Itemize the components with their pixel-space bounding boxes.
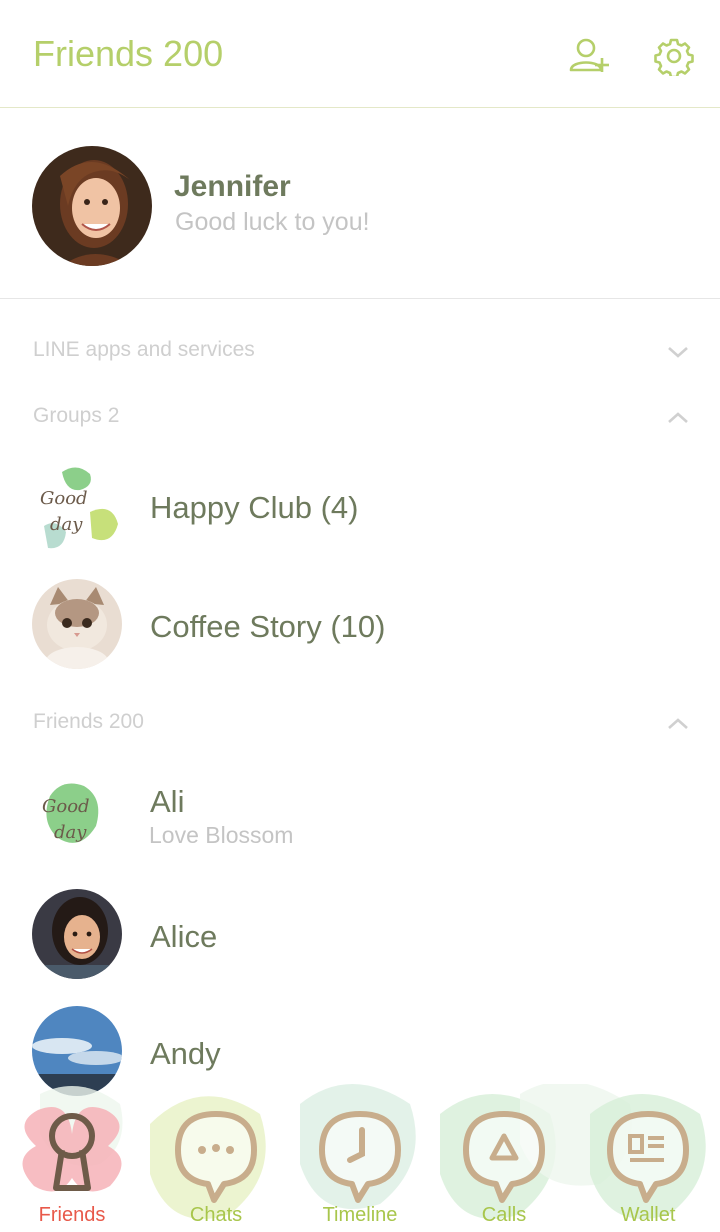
add-friend-button[interactable]	[568, 34, 612, 78]
settings-button[interactable]	[652, 34, 696, 78]
friend-name: Andy	[150, 1036, 221, 1071]
section-label: LINE apps and services	[33, 338, 255, 361]
group-name: Coffee Story (10)	[150, 609, 386, 644]
tab-label: Chats	[189, 1204, 243, 1226]
group-avatar: Good day	[32, 462, 122, 552]
list-item-friend[interactable]: Good day Ali Love Blossom	[0, 758, 720, 868]
friend-name: Alice	[150, 919, 218, 954]
list-item-friend[interactable]: Alice	[0, 879, 720, 989]
phone-triangle-icon	[463, 1111, 545, 1203]
tab-label: Friends	[38, 1204, 106, 1226]
friend-avatar	[32, 1006, 122, 1096]
svg-text:day: day	[50, 514, 83, 535]
svg-text:Good: Good	[42, 796, 90, 817]
section-friends[interactable]: Friends 200	[0, 704, 720, 744]
section-line-apps[interactable]: LINE apps and services	[0, 332, 720, 372]
section-label: Friends 200	[33, 710, 144, 733]
clock-icon	[319, 1111, 401, 1203]
chat-bubble-icon	[175, 1111, 257, 1203]
my-profile[interactable]: Jennifer Good luck to you!	[0, 108, 720, 299]
tab-wallet[interactable]: Wallet	[576, 1084, 720, 1232]
gear-icon	[654, 38, 694, 76]
section-label: Groups 2	[33, 404, 120, 427]
tab-timeline[interactable]: Timeline	[288, 1084, 432, 1232]
list-item-group[interactable]: Good day Happy Club (4)	[0, 452, 720, 562]
tab-friends[interactable]: Friends	[0, 1084, 144, 1232]
page-title: Friends 200	[33, 33, 224, 74]
svg-text:day: day	[54, 822, 87, 843]
chevron-up-icon	[668, 412, 688, 423]
tab-label: Wallet	[620, 1204, 676, 1226]
svg-text:Good: Good	[40, 488, 88, 509]
profile-status-message: Good luck to you!	[175, 208, 370, 236]
friend-avatar	[32, 889, 122, 979]
friend-avatar: Good day	[32, 768, 122, 858]
group-name: Happy Club (4)	[150, 490, 359, 525]
section-groups[interactable]: Groups 2	[0, 398, 720, 438]
keyhole-icon	[22, 1107, 122, 1192]
tab-label: Calls	[481, 1204, 527, 1226]
tab-label: Timeline	[322, 1204, 398, 1226]
chevron-down-icon	[668, 347, 688, 358]
header-bar: Friends 200	[0, 0, 720, 108]
chevron-up-icon	[668, 718, 688, 729]
friend-status-message: Love Blossom	[149, 822, 294, 848]
avatar[interactable]	[32, 146, 152, 266]
list-item-group[interactable]: Coffee Story (10)	[0, 569, 720, 679]
wallet-icon	[607, 1111, 689, 1203]
friend-name: Ali	[150, 784, 185, 819]
add-friend-icon	[569, 38, 609, 72]
tab-calls[interactable]: Calls	[432, 1084, 576, 1232]
profile-name: Jennifer	[174, 170, 291, 203]
tab-chats[interactable]: Chats	[144, 1084, 288, 1232]
bottom-tab-bar: Friends Chats Timeline Calls Wallet	[0, 1084, 720, 1232]
group-avatar	[32, 579, 122, 669]
